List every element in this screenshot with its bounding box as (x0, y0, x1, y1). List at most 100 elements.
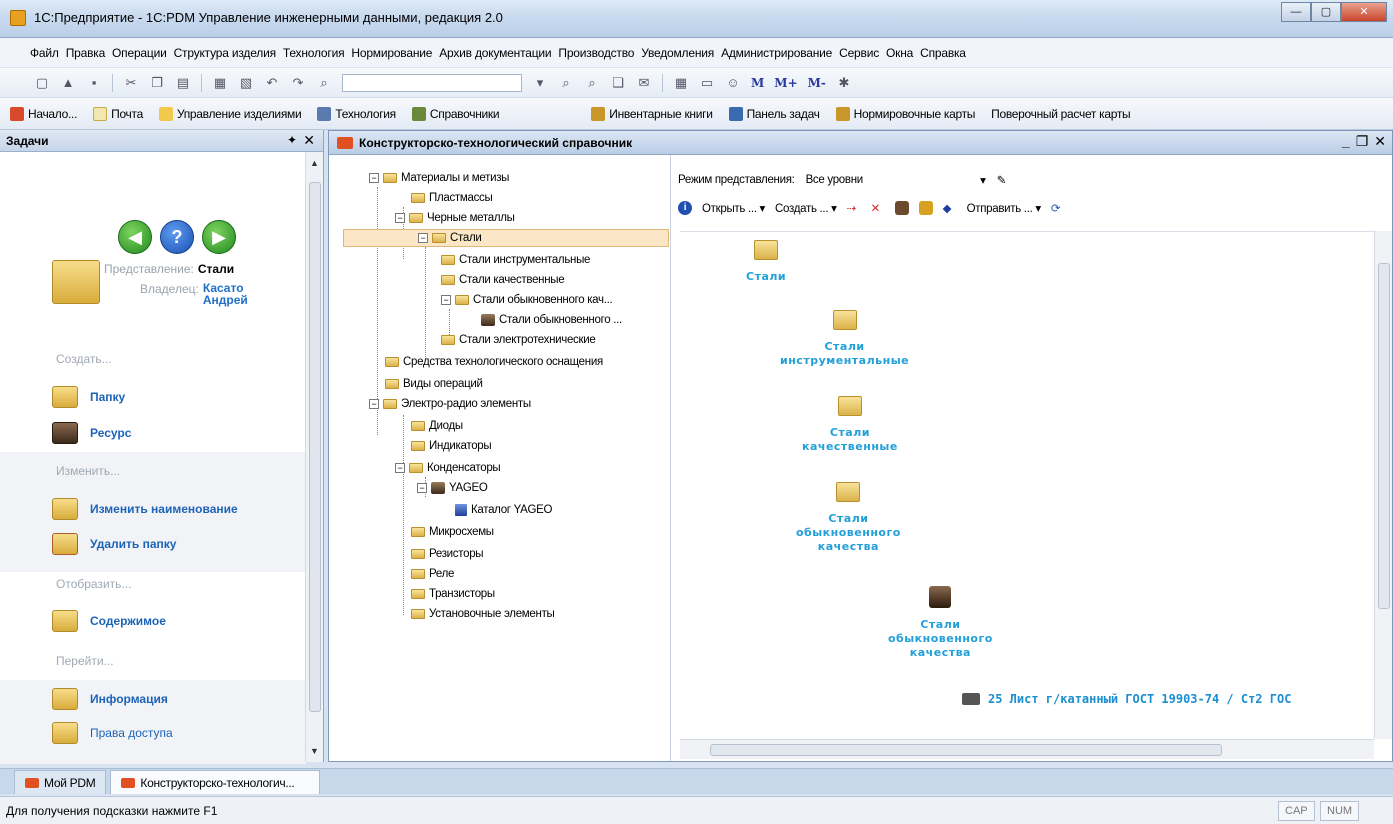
info-icon[interactable]: i (678, 201, 692, 215)
tree-node-electrotech-steels[interactable]: Стали электротехнические (441, 331, 596, 349)
quick-norm-cards-button[interactable]: Нормировочные карты (835, 106, 975, 121)
create-folder-action[interactable]: Папку (52, 386, 125, 408)
cut-icon[interactable]: ✂ (123, 75, 139, 91)
quick-references-button[interactable]: Справочники (411, 106, 500, 121)
menu-administration[interactable]: Администрирование (721, 46, 832, 60)
view-mode-select[interactable]: Все уровни ▾ (800, 171, 991, 189)
open-icon[interactable]: ▲ (60, 75, 76, 91)
settings-tool-icon[interactable] (918, 201, 933, 215)
scroll-thumb[interactable] (1378, 263, 1390, 609)
info-action[interactable]: Информация (52, 688, 168, 710)
menu-normalization[interactable]: Нормирование (351, 46, 432, 60)
menu-production[interactable]: Производство (558, 46, 634, 60)
tab-my-pdm[interactable]: Мой PDM (14, 770, 107, 794)
new-document-icon[interactable]: ▢ (34, 75, 50, 91)
tree-node-ordinary-steels-resource[interactable]: Стали обыкновенного ... (481, 311, 622, 329)
delete-icon[interactable]: ✕ (871, 201, 885, 215)
collapse-icon[interactable]: − (417, 483, 427, 493)
find-icon[interactable]: ⌕ (316, 75, 332, 91)
tree-node-capacitors[interactable]: − Конденсаторы (395, 459, 501, 477)
child-restore-button[interactable]: ❐ (1356, 133, 1369, 150)
forward-arrow-icon[interactable]: ▶ (202, 220, 236, 254)
tree-node-plastics[interactable]: Пластмассы (411, 189, 493, 207)
scroll-down-icon[interactable]: ▼ (310, 746, 319, 756)
tree-node-ferrous[interactable]: − Черные металлы (395, 209, 515, 227)
calculator-icon[interactable]: ▦ (673, 75, 689, 91)
owner-value[interactable]: Касато Андрей (203, 282, 253, 306)
collapse-icon[interactable]: − (418, 233, 428, 243)
tree-node-tech-equipment[interactable]: Средства технологического оснащения (385, 353, 603, 371)
menu-operations[interactable]: Операции (112, 46, 167, 60)
pen-icon[interactable]: ✎ (997, 173, 1007, 187)
tree-node-materials[interactable]: − Материалы и метизы (369, 169, 509, 187)
rename-action[interactable]: Изменить наименование (52, 498, 238, 520)
move-icon[interactable]: ⇢ (847, 201, 861, 215)
dropdown-icon[interactable]: ▾ (980, 173, 986, 187)
quick-start-button[interactable]: Начало... (10, 106, 77, 121)
close-button[interactable]: ✕ (1341, 2, 1387, 22)
scroll-thumb[interactable] (710, 744, 1222, 756)
menu-notifications[interactable]: Уведомления (641, 46, 714, 60)
open-menu-button[interactable]: Открыть ... ▾ (702, 201, 765, 215)
icon-item-quality-steels[interactable]: Стали качественные (802, 396, 898, 454)
collapse-icon[interactable]: − (395, 463, 405, 473)
tree-node-quality-steels[interactable]: Стали качественные (441, 271, 565, 289)
maximize-button[interactable]: ▢ (1311, 2, 1341, 22)
collapse-icon[interactable]: − (395, 213, 405, 223)
create-menu-button[interactable]: Создать ... ▾ (775, 201, 837, 215)
collapse-icon[interactable]: − (369, 173, 379, 183)
collapse-icon[interactable]: − (441, 295, 451, 305)
icon-item-ordinary-steels-folder[interactable]: Стали обыкновенного качества (796, 482, 901, 554)
quick-mail-button[interactable]: Почта (93, 106, 143, 121)
tree-node-electro-radio[interactable]: − Электро-радио элементы (369, 395, 531, 413)
search-input[interactable] (342, 73, 522, 92)
menu-help[interactable]: Справка (920, 46, 966, 60)
tree-node-operation-types[interactable]: Виды операций (385, 375, 483, 393)
save-icon[interactable]: ▪ (86, 75, 102, 91)
preview-icon[interactable]: ▧ (238, 75, 254, 91)
redo-icon[interactable]: ↷ (290, 75, 306, 91)
scroll-up-icon[interactable]: ▲ (310, 158, 319, 168)
messages-icon[interactable]: ✉ (636, 75, 652, 91)
resource-tool-icon[interactable] (894, 201, 909, 215)
icon-item-ordinary-steels-resource[interactable]: Стали обыкновенного качества (888, 586, 993, 660)
refresh-icon[interactable]: ⟳ (1051, 201, 1065, 215)
tree-node-tool-steels[interactable]: Стали инструментальные (441, 251, 590, 269)
send-menu-button[interactable]: Отправить ... ▾ (967, 201, 1042, 215)
icon-item-tool-steels[interactable]: Стали инструментальные (780, 310, 909, 368)
delete-folder-action[interactable]: Удалить папку (52, 533, 176, 555)
quick-products-button[interactable]: Управление изделиями (158, 106, 302, 121)
icon-item-sheet[interactable]: 25 Лист г/катанный ГОСТ 19903-74 / Ст2 Г… (962, 692, 1291, 706)
contents-action[interactable]: Содержимое (52, 610, 166, 632)
tree-node-yageo[interactable]: − YAGEO (417, 479, 488, 497)
find-prev-icon[interactable]: ⌕ (584, 75, 600, 91)
pin-icon[interactable]: ✦ (287, 133, 297, 147)
quick-inventory-books-button[interactable]: Инвентарные книги (591, 106, 713, 121)
help-icon[interactable]: ? (160, 220, 194, 254)
copy-icon[interactable]: ❐ (149, 75, 165, 91)
quick-task-panel-button[interactable]: Панель задач (728, 106, 820, 121)
menu-windows[interactable]: Окна (886, 46, 913, 60)
menu-archive[interactable]: Архив документации (439, 46, 551, 60)
back-arrow-icon[interactable]: ◀ (118, 220, 152, 254)
tree-node-relays[interactable]: Реле (411, 565, 454, 583)
undo-icon[interactable]: ↶ (264, 75, 280, 91)
memory-m-button[interactable]: M (751, 76, 764, 90)
tree-node-mounting[interactable]: Установочные элементы (411, 605, 555, 623)
tree-node-indicators[interactable]: Индикаторы (411, 437, 492, 455)
icons-view-hscrollbar[interactable] (680, 739, 1374, 759)
icons-view-vscrollbar[interactable] (1374, 231, 1392, 739)
icon-item-steels[interactable]: Стали (746, 240, 786, 284)
menu-product-structure[interactable]: Структура изделия (174, 46, 276, 60)
menu-edit[interactable]: Правка (66, 46, 106, 60)
tree-node-steels[interactable]: − Стали (343, 229, 669, 247)
menu-technology[interactable]: Технология (283, 46, 345, 60)
tree-node-ordinary-steels[interactable]: − Стали обыкновенного кач... (441, 291, 613, 309)
tasks-pane-scrollbar[interactable]: ▲ ▼ (305, 152, 323, 762)
menu-service[interactable]: Сервис (839, 46, 879, 60)
quick-technology-button[interactable]: Технология (317, 106, 396, 121)
print-icon[interactable]: ▦ (212, 75, 228, 91)
close-pane-icon[interactable]: ✕ (303, 132, 315, 149)
access-rights-action[interactable]: Права доступа (52, 722, 173, 744)
collapse-icon[interactable]: − (369, 399, 379, 409)
